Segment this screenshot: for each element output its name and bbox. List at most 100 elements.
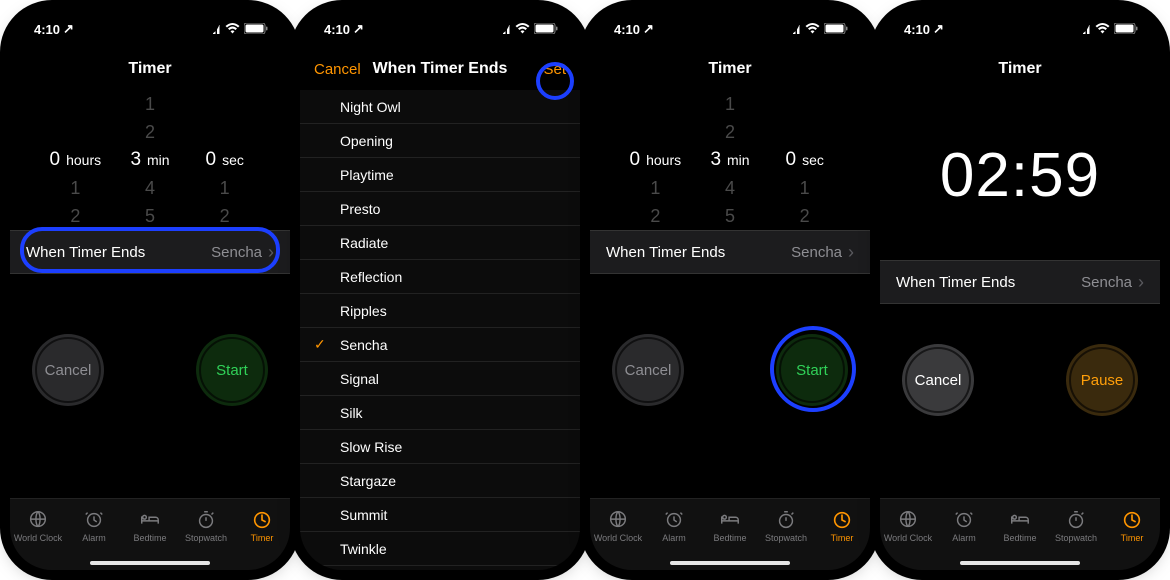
home-indicator[interactable] xyxy=(670,561,790,565)
minutes-column[interactable]: 1 2 3min 4 5 xyxy=(693,90,768,230)
pause-button[interactable]: Pause xyxy=(1066,344,1138,416)
phone-2-sound-picker: 4:10↗ Cancel When Timer Ends Set Night O… xyxy=(300,10,580,570)
sound-row[interactable]: Ripples xyxy=(300,294,580,328)
sound-row[interactable]: Reflection xyxy=(300,260,580,294)
sound-row[interactable]: Radiate xyxy=(300,226,580,260)
nav-title: When Timer Ends xyxy=(373,60,508,78)
sound-row[interactable]: ✓ Sencha xyxy=(300,328,580,362)
bed-icon xyxy=(718,509,742,531)
tab-stopwatch[interactable]: Stopwatch xyxy=(1048,499,1104,552)
time-picker[interactable]: 0hours 1 2 1 2 3min 4 5 0sec 1 2 xyxy=(590,90,870,230)
alarm-icon xyxy=(662,509,686,531)
tab-alarm[interactable]: Alarm xyxy=(66,499,122,552)
phone-3-timer-start: 4:10↗ Timer 0hours 1 2 1 2 xyxy=(590,10,870,570)
home-indicator[interactable] xyxy=(90,561,210,565)
battery-icon xyxy=(1114,22,1138,37)
wifi-icon xyxy=(515,22,530,37)
when-timer-ends-cell[interactable]: When Timer Ends Sencha› xyxy=(880,260,1160,304)
tab-timer[interactable]: Timer xyxy=(234,499,290,552)
sound-row[interactable]: Night Owl xyxy=(300,90,580,124)
sound-name: Stargaze xyxy=(340,473,396,489)
sound-name: Signal xyxy=(340,371,379,387)
notch xyxy=(950,10,1090,36)
checkmark-icon: ✓ xyxy=(314,336,326,353)
tab-bedtime[interactable]: Bedtime xyxy=(702,499,758,552)
tab-world-clock[interactable]: World Clock xyxy=(10,499,66,552)
minutes-column[interactable]: 1 2 3min 4 5 xyxy=(113,90,188,230)
home-indicator[interactable] xyxy=(960,561,1080,565)
tab-stopwatch[interactable]: Stopwatch xyxy=(178,499,234,552)
sound-name: Night Owl xyxy=(340,99,401,115)
wifi-icon xyxy=(225,22,240,37)
timer-icon xyxy=(830,509,854,531)
phone-4-timer-running: 4:10↗ Timer 02:59 When Timer Ends Sencha… xyxy=(880,10,1160,570)
nav-bar: Cancel When Timer Ends Set xyxy=(300,48,580,90)
set-nav-button[interactable]: Set xyxy=(543,61,566,78)
cancel-nav-button[interactable]: Cancel xyxy=(314,61,361,78)
nav-bar: Timer xyxy=(880,48,1160,90)
sound-row[interactable]: Opening xyxy=(300,124,580,158)
cancel-button[interactable]: Cancel xyxy=(612,334,684,406)
tab-alarm[interactable]: Alarm xyxy=(936,499,992,552)
tab-timer[interactable]: Timer xyxy=(814,499,870,552)
when-timer-ends-cell[interactable]: When Timer Ends Sencha› xyxy=(590,230,870,274)
tab-stopwatch[interactable]: Stopwatch xyxy=(758,499,814,552)
when-timer-ends-cell[interactable]: When Timer Ends Sencha› xyxy=(10,230,290,274)
sound-row[interactable]: Twinkle xyxy=(300,532,580,566)
tab-bedtime[interactable]: Bedtime xyxy=(122,499,178,552)
start-button[interactable]: Start xyxy=(196,334,268,406)
sound-row[interactable]: Slow Rise xyxy=(300,430,580,464)
location-arrow-icon: ↗ xyxy=(63,21,74,37)
cell-label: When Timer Ends xyxy=(26,244,145,261)
notch xyxy=(370,10,510,36)
cancel-button[interactable]: Cancel xyxy=(32,334,104,406)
alarm-icon xyxy=(952,509,976,531)
tab-world-clock[interactable]: World Clock xyxy=(880,499,936,552)
battery-icon xyxy=(534,22,558,37)
status-time: 4:10 xyxy=(34,22,60,37)
sound-row[interactable]: Silk xyxy=(300,396,580,430)
sound-row[interactable]: Summit xyxy=(300,498,580,532)
nav-title: Timer xyxy=(128,60,171,78)
tab-world-clock[interactable]: World Clock xyxy=(590,499,646,552)
alarm-icon xyxy=(82,509,106,531)
sound-row[interactable]: Uplift xyxy=(300,566,580,570)
time-picker[interactable]: 0hours 1 2 1 2 3min 4 5 0sec 1 2 xyxy=(10,90,290,230)
sound-row[interactable]: Stargaze xyxy=(300,464,580,498)
sound-name: Sencha xyxy=(340,337,387,353)
chevron-right-icon: › xyxy=(1138,272,1144,293)
tab-bar: World Clock Alarm Bedtime Stopwatch Time… xyxy=(10,498,290,570)
tab-bedtime[interactable]: Bedtime xyxy=(992,499,1048,552)
hours-column[interactable]: 0hours 1 2 xyxy=(618,90,693,230)
sound-name: Summit xyxy=(340,507,387,523)
nav-title: Timer xyxy=(708,60,751,78)
seconds-column[interactable]: 0sec 1 2 xyxy=(187,90,262,230)
sound-name: Silk xyxy=(340,405,363,421)
sound-row[interactable]: Signal xyxy=(300,362,580,396)
timer-icon xyxy=(1120,509,1144,531)
nav-title: Timer xyxy=(998,60,1041,78)
tab-timer[interactable]: Timer xyxy=(1104,499,1160,552)
sound-name: Reflection xyxy=(340,269,402,285)
tab-bar: World Clock Alarm Bedtime Stopwatch Time… xyxy=(590,498,870,570)
tab-bar: World Clock Alarm Bedtime Stopwatch Time… xyxy=(880,498,1160,570)
sound-row[interactable]: Presto xyxy=(300,192,580,226)
sound-name: Opening xyxy=(340,133,393,149)
sound-name: Twinkle xyxy=(340,541,387,557)
hours-column[interactable]: 0hours 1 2 xyxy=(38,90,113,230)
sound-name: Ripples xyxy=(340,303,387,319)
battery-icon xyxy=(824,22,848,37)
seconds-column[interactable]: 0sec 1 2 xyxy=(767,90,842,230)
cancel-button[interactable]: Cancel xyxy=(902,344,974,416)
tab-alarm[interactable]: Alarm xyxy=(646,499,702,552)
wifi-icon xyxy=(1095,22,1110,37)
start-button[interactable]: Start xyxy=(776,334,848,406)
sound-list[interactable]: Night Owl Opening Playtime PrestoRadiate Ref… xyxy=(300,90,580,570)
sound-name: Playtime xyxy=(340,167,394,183)
chevron-right-icon: › xyxy=(848,242,854,263)
globe-icon xyxy=(26,509,50,531)
stopwatch-icon xyxy=(1064,509,1088,531)
sound-row[interactable]: Playtime xyxy=(300,158,580,192)
battery-icon xyxy=(244,22,268,37)
chevron-right-icon: › xyxy=(268,242,274,263)
